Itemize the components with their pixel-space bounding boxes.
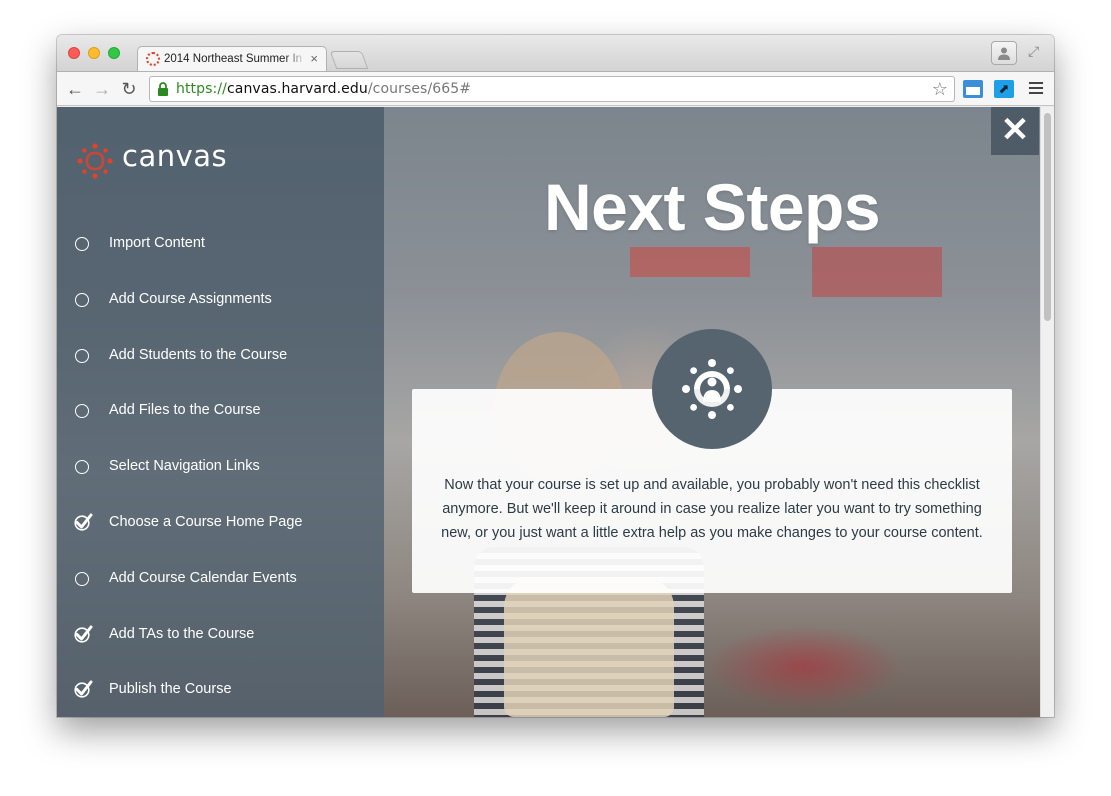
bookmark-star-icon[interactable]: ☆ bbox=[932, 78, 948, 102]
person-icon bbox=[998, 47, 1010, 60]
url-scheme: https:// bbox=[176, 81, 227, 97]
url-path: /courses/665# bbox=[367, 81, 472, 97]
scrollbar-thumb[interactable] bbox=[1044, 113, 1051, 321]
unchecked-circle-icon bbox=[75, 460, 89, 475]
checklist-item-label: Add Course Calendar Events bbox=[109, 569, 297, 586]
browser-window: 2014 Northeast Summer In × ⤢ ← → ↻ https… bbox=[57, 35, 1054, 717]
canvas-logo-icon bbox=[77, 143, 113, 179]
unchecked-circle-icon bbox=[75, 404, 89, 419]
menu-icon[interactable] bbox=[1029, 82, 1043, 97]
checklist-item-import-content[interactable]: Import Content bbox=[57, 215, 384, 271]
checkmark-icon bbox=[74, 680, 93, 698]
checklist-item-publish-course[interactable]: Publish the Course bbox=[57, 661, 384, 717]
profile-button[interactable] bbox=[991, 41, 1017, 65]
browser-toolbar: ← → ↻ https://canvas.harvard.edu/courses… bbox=[57, 71, 1054, 106]
logo-text: canvas bbox=[122, 139, 228, 173]
tab-title: 2014 Northeast Summer In bbox=[164, 53, 303, 65]
tab-close-icon[interactable]: × bbox=[310, 47, 318, 71]
checklist-item-label: Import Content bbox=[109, 235, 205, 251]
tab-strip: 2014 Northeast Summer In × ⤢ bbox=[57, 35, 1054, 71]
next-steps-message: Now that your course is set up and avail… bbox=[441, 477, 983, 541]
forward-button[interactable]: → bbox=[91, 78, 113, 100]
checklist-item-label: Select Navigation Links bbox=[109, 458, 260, 475]
extension-arrow-icon[interactable]: ⬈ bbox=[994, 80, 1014, 98]
checklist-item-add-calendar-events[interactable]: Add Course Calendar Events bbox=[57, 550, 384, 606]
checklist-item-add-files[interactable]: Add Files to the Course bbox=[57, 382, 384, 438]
reload-button[interactable]: ↻ bbox=[118, 78, 140, 100]
unchecked-circle-icon bbox=[75, 292, 89, 307]
minimize-window-button[interactable] bbox=[88, 47, 100, 59]
checklist-item-choose-home-page[interactable]: Choose a Course Home Page bbox=[57, 494, 384, 550]
checklist: Import Content Add Course Assignments Ad… bbox=[57, 215, 384, 717]
unchecked-circle-icon bbox=[75, 348, 89, 363]
unchecked-circle-icon bbox=[75, 237, 89, 251]
checklist-item-label: Add Course Assignments bbox=[109, 290, 272, 307]
checklist-sidebar: canvas Import Content Add Course Assignm… bbox=[57, 107, 384, 717]
checklist-item-label: Publish the Course bbox=[109, 681, 232, 698]
checklist-item-add-tas[interactable]: Add TAs to the Course bbox=[57, 606, 384, 662]
page-content: canvas Import Content Add Course Assignm… bbox=[57, 107, 1040, 717]
checklist-item-label: Choose a Course Home Page bbox=[109, 513, 303, 530]
back-button[interactable]: ← bbox=[64, 78, 86, 100]
page-title: Next Steps bbox=[543, 170, 881, 244]
checkmark-icon bbox=[74, 625, 93, 643]
checklist-item-add-course-assignments[interactable]: Add Course Assignments bbox=[57, 271, 384, 327]
address-bar[interactable]: https://canvas.harvard.edu/courses/665# … bbox=[149, 76, 955, 102]
checklist-item-add-students[interactable]: Add Students to the Course bbox=[57, 327, 384, 383]
checklist-item-select-navigation-links[interactable]: Select Navigation Links bbox=[57, 438, 384, 494]
canvas-logo-icon bbox=[682, 359, 742, 419]
extension-window-icon[interactable] bbox=[963, 80, 983, 98]
close-window-button[interactable] bbox=[68, 47, 80, 59]
url-host: canvas.harvard.edu bbox=[226, 81, 368, 97]
checklist-item-label: Add TAs to the Course bbox=[109, 625, 255, 642]
zoom-window-button[interactable] bbox=[108, 47, 120, 59]
tab-active[interactable]: 2014 Northeast Summer In × bbox=[137, 46, 327, 71]
close-button[interactable]: ✕ bbox=[991, 107, 1039, 155]
unchecked-circle-icon bbox=[75, 571, 89, 586]
checklist-item-label: Add Files to the Course bbox=[109, 402, 261, 419]
lock-icon bbox=[158, 82, 168, 96]
new-tab-button[interactable] bbox=[329, 51, 369, 69]
canvas-badge bbox=[652, 329, 772, 449]
page-scrollbar[interactable] bbox=[1040, 107, 1054, 717]
canvas-favicon-icon bbox=[146, 52, 160, 66]
checkmark-icon bbox=[74, 513, 93, 531]
checklist-item-label: Add Students to the Course bbox=[109, 346, 288, 363]
fullscreen-icon[interactable]: ⤢ bbox=[1028, 43, 1046, 61]
